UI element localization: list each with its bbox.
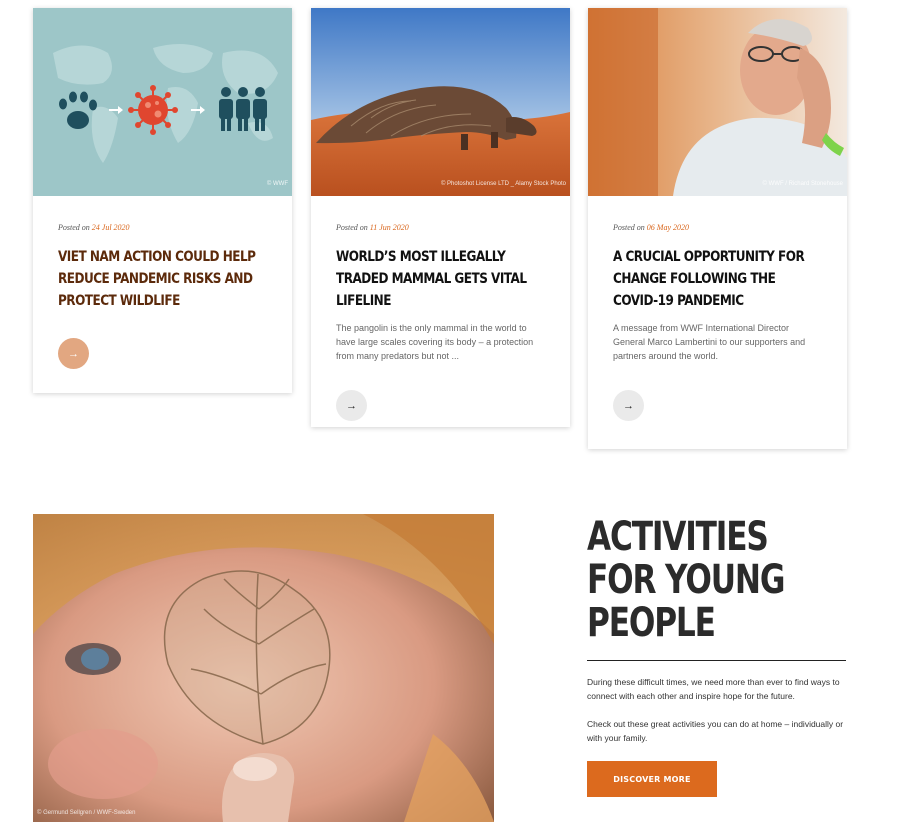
leaf-child-photo <box>33 514 494 822</box>
arrow-right-icon: → <box>623 399 634 412</box>
read-more-arrow-button[interactable]: → <box>336 390 367 421</box>
posted-label: Posted on <box>613 223 645 232</box>
image-credit: © Photoshot License LTD _ Alamy Stock Ph… <box>440 181 566 187</box>
activities-heading: Activities for young people <box>587 514 785 646</box>
post-date: 06 May 2020 <box>646 223 689 232</box>
news-card-1[interactable]: © WWF Posted on 24 Jul 2020 Viet Nam act… <box>33 8 292 393</box>
card-title[interactable]: World’s most illegally traded mammal get… <box>336 246 542 312</box>
read-more-arrow-button[interactable]: → <box>58 338 89 369</box>
card-title[interactable]: Viet Nam action could help reduce pandem… <box>58 246 264 312</box>
posted-label: Posted on <box>336 223 368 232</box>
paw-icon <box>59 91 97 129</box>
heading-divider <box>587 660 846 661</box>
activities-paragraph-2: Check out these great activities you can… <box>587 719 844 743</box>
activities-section: Activities for young people During these… <box>587 516 847 797</box>
portrait-photo <box>588 8 847 196</box>
activities-photo: © Germund Sellgren / WWF-Sweden <box>33 514 494 822</box>
pangolin-photo <box>311 8 570 196</box>
card-image-3[interactable]: © WWF / Richard Stonehouse <box>588 8 847 196</box>
news-card-2[interactable]: © Photoshot License LTD _ Alamy Stock Ph… <box>311 8 570 427</box>
posted-label: Posted on <box>58 223 90 232</box>
card-excerpt: A message from WWF International Directo… <box>613 323 806 361</box>
image-credit: © WWF / Richard Stonehouse <box>762 181 843 187</box>
post-date-line: Posted on 11 Jun 2020 <box>336 223 545 232</box>
image-credit: © WWF <box>266 181 288 187</box>
post-date: 24 Jul 2020 <box>91 223 130 232</box>
pandemic-infographic <box>53 44 278 163</box>
arrow-right-icon: → <box>346 399 357 412</box>
arrow-right-icon: → <box>68 347 79 360</box>
post-date-line: Posted on 06 May 2020 <box>613 223 822 232</box>
card-image-1[interactable]: © WWF <box>33 8 292 196</box>
card-image-2[interactable]: © Photoshot License LTD _ Alamy Stock Ph… <box>311 8 570 196</box>
card-title[interactable]: A crucial opportunity for change followi… <box>613 246 819 312</box>
card-excerpt: The pangolin is the only mammal in the w… <box>336 323 534 361</box>
read-more-arrow-button[interactable]: → <box>613 390 644 421</box>
post-date-line: Posted on 24 Jul 2020 <box>58 223 267 232</box>
news-card-3[interactable]: © WWF / Richard Stonehouse Posted on 06 … <box>588 8 847 449</box>
activities-paragraph-1: During these difficult times, we need mo… <box>587 677 840 701</box>
discover-more-button[interactable]: DISCOVER MORE <box>587 761 717 797</box>
photo-credit: © Germund Sellgren / WWF-Sweden <box>37 810 136 816</box>
post-date: 11 Jun 2020 <box>369 223 409 232</box>
